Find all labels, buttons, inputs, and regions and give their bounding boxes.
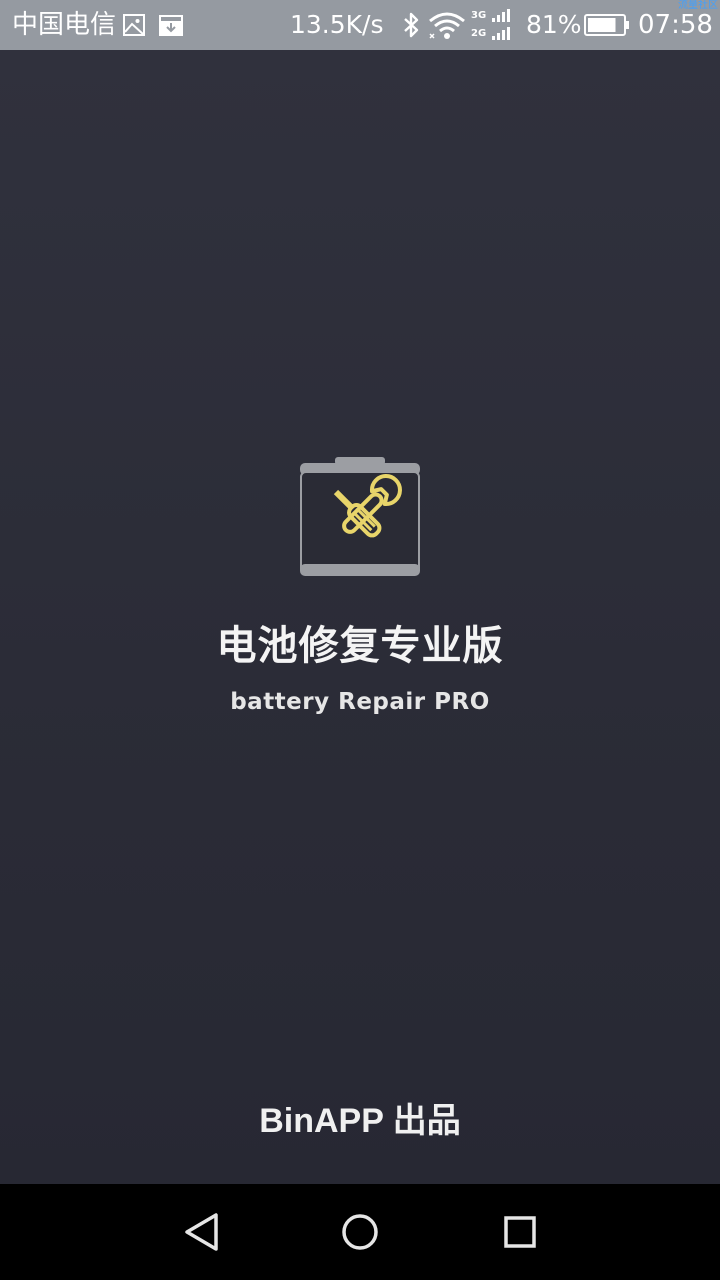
bluetooth-icon (404, 12, 419, 38)
app-title: 电池修复专业版 (216, 623, 504, 669)
network-speed: 13.5K/s (290, 10, 384, 39)
signal-icon: 3G 2G (471, 9, 510, 40)
network-type-3g: 3G (471, 10, 486, 21)
watermark: 流量社区 (678, 0, 718, 11)
network-type-2g: 2G (471, 28, 486, 39)
carrier-name: 中国电信 (12, 10, 117, 40)
recents-icon[interactable] (496, 1208, 544, 1256)
home-icon[interactable] (336, 1208, 384, 1256)
gallery-icon (123, 14, 145, 36)
clock: 07:58 (638, 10, 713, 40)
battery-percent: 81% (526, 10, 582, 39)
download-notification-icon (159, 15, 183, 36)
battery-repair-tools-icon (300, 457, 420, 576)
battery-icon (584, 14, 629, 36)
back-icon[interactable] (178, 1208, 226, 1256)
app-subtitle: battery Repair PRO (230, 689, 490, 715)
wifi-icon (429, 12, 465, 39)
navigation-bar (0, 1184, 720, 1280)
publisher-credit: BinAPP 出品 (259, 1102, 461, 1140)
splash-screen: 电池修复专业版 battery Repair PRO BinAPP 出品 (0, 50, 720, 1184)
status-bar: 中国电信 13.5K/s 3G 2G 81% 07:58 流量社区 (0, 0, 720, 50)
